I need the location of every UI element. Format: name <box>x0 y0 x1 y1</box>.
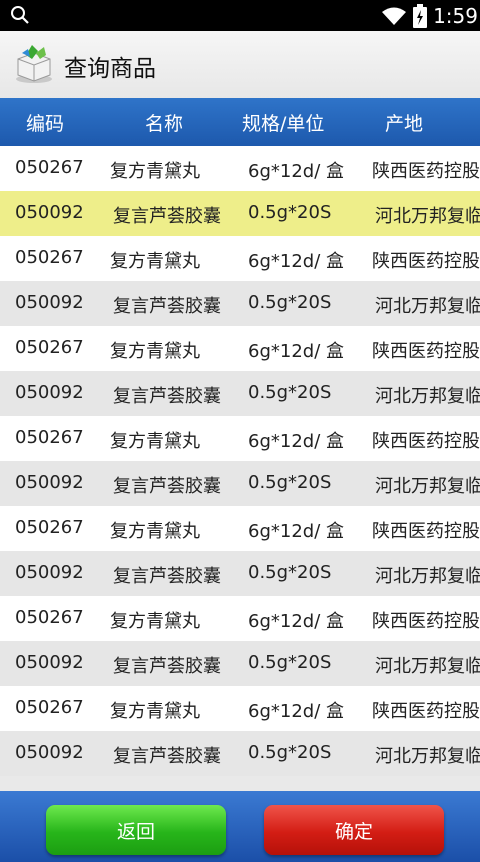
cell-name: 复言芦荟胶囊 <box>113 386 221 407</box>
table-row[interactable]: 050267 复方青黛丸 6g*12d/ 盒 陕西医药控股 <box>0 326 480 371</box>
cell-spec: 6g*12d/ 盒 <box>248 341 344 362</box>
status-bar: 1:59 <box>0 0 480 31</box>
cell-name: 复言芦荟胶囊 <box>113 656 221 677</box>
cell-code: 050267 <box>15 247 84 268</box>
product-list[interactable]: 050267 复方青黛丸 6g*12d/ 盒 陕西医药控股 050092 复言芦… <box>0 146 480 776</box>
cell-name: 复方青黛丸 <box>110 161 200 182</box>
column-header-spec: 规格/单位 <box>242 113 325 135</box>
table-row[interactable]: 050267 复方青黛丸 6g*12d/ 盒 陕西医药控股 <box>0 686 480 731</box>
table-row[interactable]: 050267 复方青黛丸 6g*12d/ 盒 陕西医药控股 <box>0 416 480 461</box>
cell-spec: 0.5g*20S <box>248 292 332 313</box>
cell-spec: 6g*12d/ 盒 <box>248 161 344 182</box>
cell-spec: 0.5g*20S <box>248 202 332 223</box>
cell-code: 050267 <box>15 697 84 718</box>
table-row[interactable]: 050092 复言芦荟胶囊 0.5g*20S 河北万邦复临 <box>0 281 480 326</box>
battery-icon <box>413 3 428 28</box>
cell-code: 050092 <box>15 562 84 583</box>
table-header: 编码 名称 规格/单位 产地 <box>0 98 480 146</box>
table-row[interactable]: 050092 复言芦荟胶囊 0.5g*20S 河北万邦复临 <box>0 641 480 686</box>
cell-name: 复言芦荟胶囊 <box>113 746 221 767</box>
title-bar: 查询商品 <box>0 31 480 98</box>
cell-name: 复方青黛丸 <box>110 521 200 542</box>
cell-name: 复方青黛丸 <box>110 341 200 362</box>
cell-spec: 6g*12d/ 盒 <box>248 701 344 722</box>
cell-origin: 陕西医药控股 <box>372 161 480 182</box>
cell-spec: 0.5g*20S <box>248 382 332 403</box>
cell-spec: 0.5g*20S <box>248 742 332 763</box>
cell-name: 复言芦荟胶囊 <box>113 566 221 587</box>
cell-spec: 0.5g*20S <box>248 472 332 493</box>
table-row[interactable]: 050092 复言芦荟胶囊 0.5g*20S 河北万邦复临 <box>0 731 480 776</box>
cell-origin: 河北万邦复临 <box>375 746 480 767</box>
column-header-code: 编码 <box>26 113 65 135</box>
cell-code: 050092 <box>15 652 84 673</box>
cell-spec: 6g*12d/ 盒 <box>248 431 344 452</box>
cell-spec: 6g*12d/ 盒 <box>248 611 344 632</box>
cell-code: 050092 <box>15 292 84 313</box>
cell-origin: 陕西医药控股 <box>372 611 480 632</box>
cell-code: 050267 <box>15 427 84 448</box>
cell-spec: 0.5g*20S <box>248 652 332 673</box>
cell-code: 050092 <box>15 472 84 493</box>
app-logo-icon <box>16 45 52 83</box>
table-row[interactable]: 050092 复言芦荟胶囊 0.5g*20S 河北万邦复临 <box>0 371 480 416</box>
cell-code: 050092 <box>15 202 84 223</box>
clock: 1:59 <box>433 3 478 28</box>
cell-origin: 陕西医药控股 <box>372 431 480 452</box>
table-row[interactable]: 050267 复方青黛丸 6g*12d/ 盒 陕西医药控股 <box>0 596 480 641</box>
cell-name: 复方青黛丸 <box>110 431 200 452</box>
cell-origin: 河北万邦复临 <box>375 386 480 407</box>
cell-name: 复方青黛丸 <box>110 701 200 722</box>
table-row[interactable]: 050092 复言芦荟胶囊 0.5g*20S 河北万邦复临 <box>0 461 480 506</box>
bottom-action-bar: 返回 确定 <box>0 791 480 862</box>
cell-origin: 河北万邦复临 <box>375 656 480 677</box>
cell-code: 050267 <box>15 607 84 628</box>
cell-code: 050092 <box>15 742 84 763</box>
cell-code: 050267 <box>15 157 84 178</box>
back-button[interactable]: 返回 <box>46 805 226 855</box>
cell-origin: 河北万邦复临 <box>375 476 480 497</box>
column-header-name: 名称 <box>145 113 184 135</box>
table-row[interactable]: 050267 复方青黛丸 6g*12d/ 盒 陕西医药控股 <box>0 146 480 191</box>
confirm-button[interactable]: 确定 <box>264 805 444 855</box>
cell-origin: 陕西医药控股 <box>372 701 480 722</box>
cell-name: 复方青黛丸 <box>110 611 200 632</box>
table-row[interactable]: 050267 复方青黛丸 6g*12d/ 盒 陕西医药控股 <box>0 506 480 551</box>
cell-origin: 陕西医药控股 <box>372 251 480 272</box>
cell-origin: 河北万邦复临 <box>375 296 480 317</box>
cell-origin: 陕西医药控股 <box>372 521 480 542</box>
cell-code: 050092 <box>15 382 84 403</box>
cell-code: 050267 <box>15 337 84 358</box>
cell-spec: 6g*12d/ 盒 <box>248 521 344 542</box>
cell-name: 复言芦荟胶囊 <box>113 476 221 497</box>
cell-origin: 河北万邦复临 <box>375 206 480 227</box>
table-row[interactable]: 050267 复方青黛丸 6g*12d/ 盒 陕西医药控股 <box>0 236 480 281</box>
page-title: 查询商品 <box>64 56 156 82</box>
cell-origin: 河北万邦复临 <box>375 566 480 587</box>
cell-name: 复言芦荟胶囊 <box>113 296 221 317</box>
column-header-origin: 产地 <box>385 113 424 135</box>
cell-name: 复方青黛丸 <box>110 251 200 272</box>
wifi-icon <box>382 7 407 25</box>
table-row-selected[interactable]: 050092 复言芦荟胶囊 0.5g*20S 河北万邦复临 <box>0 191 480 236</box>
cell-code: 050267 <box>15 517 84 538</box>
cell-name: 复言芦荟胶囊 <box>113 206 221 227</box>
table-row[interactable]: 050092 复言芦荟胶囊 0.5g*20S 河北万邦复临 <box>0 551 480 596</box>
search-icon[interactable] <box>10 5 30 25</box>
cell-spec: 0.5g*20S <box>248 562 332 583</box>
cell-origin: 陕西医药控股 <box>372 341 480 362</box>
cell-spec: 6g*12d/ 盒 <box>248 251 344 272</box>
